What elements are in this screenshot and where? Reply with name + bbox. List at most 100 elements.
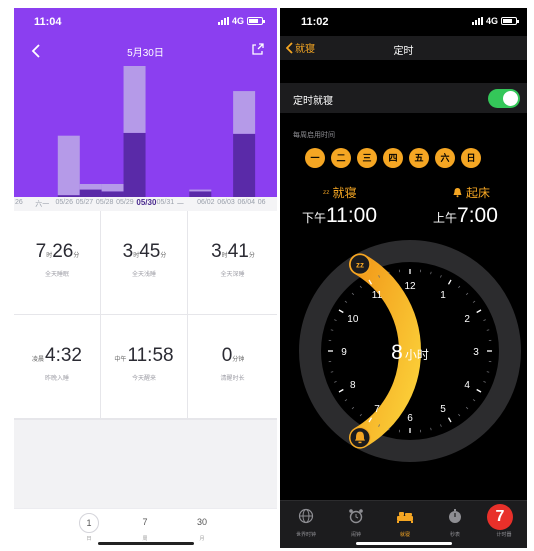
page-title: 5月30日 xyxy=(127,48,164,59)
bedtime-time[interactable]: 下午11:00 xyxy=(302,204,377,228)
dial-tick xyxy=(483,381,486,383)
dial-tick xyxy=(472,300,476,303)
bar-light-05/30[interactable] xyxy=(123,66,146,133)
dial-number: 9 xyxy=(341,347,347,358)
date-tick-label[interactable]: 05/29 xyxy=(116,199,134,206)
schedule-toggle-switch[interactable] xyxy=(488,89,520,108)
alarm-icon xyxy=(349,509,363,524)
tab-bedtime[interactable]: 就寝 xyxy=(385,508,425,538)
dial-tick xyxy=(447,417,452,423)
dial-tick xyxy=(330,329,334,331)
dial-number: 10 xyxy=(347,314,359,325)
tab-alarm[interactable]: 闹钟 xyxy=(336,508,376,538)
dial-tick xyxy=(330,371,334,373)
bed-icon xyxy=(397,512,413,523)
dial-number: 11 xyxy=(372,290,383,301)
dial-number: 3 xyxy=(473,347,479,358)
date-tick-label[interactable]: 05/27 xyxy=(76,199,94,206)
wake-title: 起床 xyxy=(466,186,491,200)
bedtime-schedule-screen: 11:02 4G 就寝 定时 定时就寝 每周启用时间 一 二 三 四 五 六 日… xyxy=(280,8,527,548)
bar-light-05/29[interactable] xyxy=(101,183,124,192)
dial-number: 6 xyxy=(407,413,413,424)
home-indicator[interactable] xyxy=(355,542,452,545)
status-indicators: 4G xyxy=(471,16,519,26)
bar-deep-05/28[interactable] xyxy=(79,189,102,197)
sleep-chart-panel: 5月30日 xyxy=(14,36,277,197)
dial-tick xyxy=(440,275,442,278)
nav-bar: 就寝 定时 xyxy=(280,36,527,60)
dial-tick xyxy=(334,381,337,383)
tab-stopwatch[interactable]: 秒表 xyxy=(435,508,475,538)
bar-light-05/27[interactable] xyxy=(57,135,80,196)
sleep-icon: ᶻᶻ xyxy=(323,187,330,198)
bedtime-handle[interactable]: zz xyxy=(349,253,371,276)
status-time: 11:02 xyxy=(301,16,329,28)
date-tick-label[interactable]: 06/03 xyxy=(217,199,235,206)
date-tick-label[interactable]: 05/28 xyxy=(96,199,114,206)
date-tick-label[interactable]: 六一 xyxy=(35,199,49,209)
period-month-button[interactable]: 30 月 xyxy=(190,513,214,542)
date-tick-label[interactable]: 一 xyxy=(177,199,184,209)
bedtime-dial[interactable]: 121234567891011 8 小时 zz xyxy=(297,238,523,464)
dial-tick xyxy=(338,388,344,393)
battery-icon xyxy=(247,17,265,25)
dial-number: 12 xyxy=(404,281,416,292)
period-week-button[interactable]: 7 周 xyxy=(133,513,157,542)
day-wed-toggle[interactable]: 三 xyxy=(357,148,377,168)
dial-tick xyxy=(458,413,461,417)
dial-tick xyxy=(344,300,348,303)
bar-light-05/28[interactable] xyxy=(79,183,102,190)
sleep-bar-chart[interactable] xyxy=(14,36,277,197)
stat-total-sleep: 7时26分 全天睡眠 xyxy=(14,211,101,315)
day-sat-toggle[interactable]: 六 xyxy=(435,148,455,168)
bedtime-title: 就寝 xyxy=(332,186,357,200)
dial-tick xyxy=(440,424,442,427)
dial-tick xyxy=(447,279,452,285)
network-type: 4G xyxy=(231,16,244,26)
dial-tick xyxy=(351,406,355,410)
dial-tick xyxy=(476,388,482,393)
dial-number: 4 xyxy=(464,380,470,391)
empty-area xyxy=(14,419,277,508)
bar-deep-05/30[interactable] xyxy=(123,132,146,197)
sleep-stats-grid: 7时26分 全天睡眠 3时45分 全天浅睡 3时41分 全天深睡 凌晨4:32 … xyxy=(14,211,277,419)
day-mon-toggle[interactable]: 一 xyxy=(305,148,325,168)
bar-deep-06/04[interactable] xyxy=(233,133,256,197)
day-fri-toggle[interactable]: 五 xyxy=(409,148,429,168)
day-thu-toggle[interactable]: 四 xyxy=(383,148,403,168)
tab-world-clock[interactable]: 世界时钟 xyxy=(286,508,326,538)
bar-light-06/04[interactable] xyxy=(233,91,256,134)
date-tick-label[interactable]: 05/30 xyxy=(136,198,156,207)
wake-time[interactable]: 上午7:00 xyxy=(433,204,498,228)
stat-label: 全天深睡 xyxy=(220,272,245,278)
dial-tick xyxy=(486,371,490,373)
home-indicator[interactable] xyxy=(97,542,194,545)
date-tick-label[interactable]: 06/04 xyxy=(238,199,256,206)
dial-number: 8 xyxy=(350,380,356,391)
dial-tick xyxy=(351,292,355,296)
dial-number: 5 xyxy=(440,404,446,415)
schedule-toggle-label: 定时就寝 xyxy=(293,96,333,107)
date-tick-label[interactable]: 06/02 xyxy=(197,199,215,206)
dial-tick xyxy=(465,406,469,410)
dial-tick xyxy=(430,427,432,431)
stat-woke-up: 中午11:58 今天醒来 xyxy=(101,315,188,419)
wake-handle[interactable] xyxy=(349,427,371,449)
dial-number: 1 xyxy=(440,290,446,301)
signal-icon xyxy=(471,17,483,25)
day-sun-toggle[interactable]: 日 xyxy=(461,148,481,168)
share-icon[interactable] xyxy=(251,42,265,56)
date-tick-label[interactable]: 05/31 xyxy=(157,199,175,206)
bar-light-06/02[interactable] xyxy=(189,189,212,192)
dial-tick xyxy=(359,413,362,417)
battery-icon xyxy=(501,17,519,25)
date-tick-label[interactable]: 05/26 xyxy=(55,199,73,206)
period-day-button[interactable]: 1 日 xyxy=(77,513,101,542)
stat-fell-asleep: 凌晨4:32 昨晚入睡 xyxy=(14,315,101,419)
stat-label: 清醒时长 xyxy=(220,376,245,382)
stat-light-sleep: 3时45分 全天浅睡 xyxy=(101,211,188,315)
date-tick-label[interactable]: 26 xyxy=(15,199,23,206)
day-tue-toggle[interactable]: 二 xyxy=(331,148,351,168)
stopwatch-icon xyxy=(449,509,461,523)
date-tick-label[interactable]: 06 xyxy=(258,199,266,206)
